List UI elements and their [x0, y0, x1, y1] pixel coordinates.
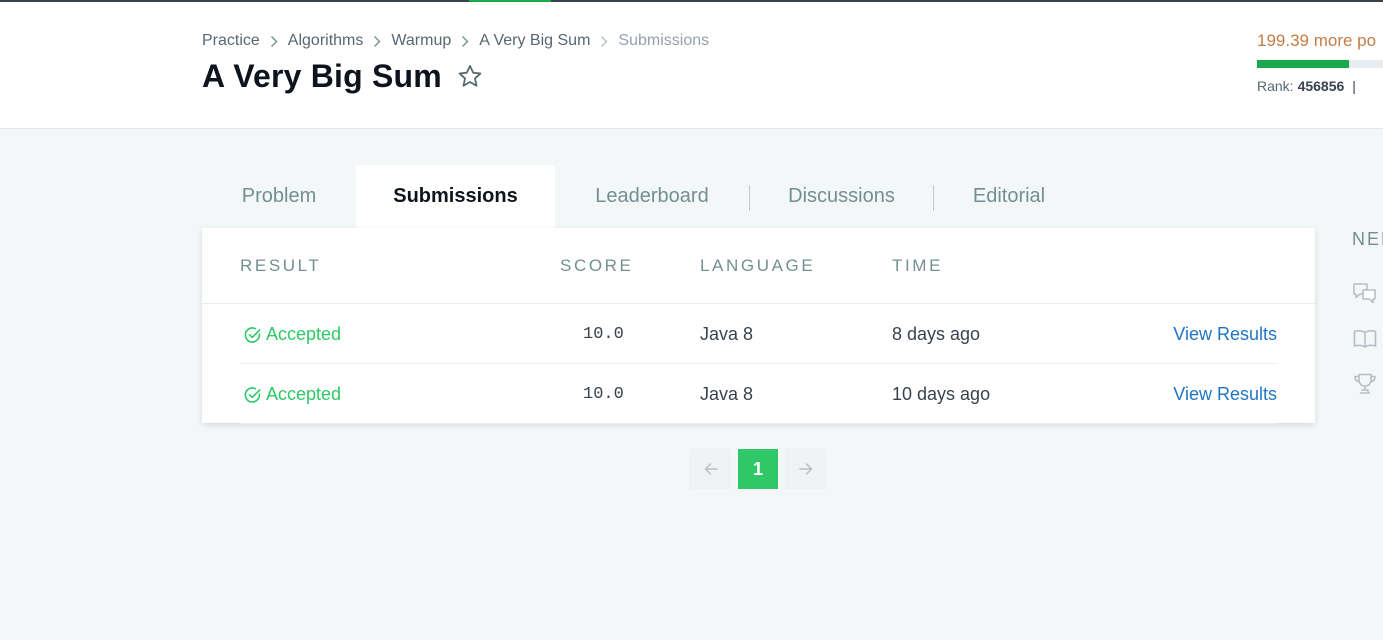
check-circle-icon: [244, 386, 261, 403]
language-value: Java 8: [700, 384, 754, 404]
rank-value: 456856: [1297, 78, 1345, 94]
arrow-left-icon: [704, 463, 718, 475]
points-progress-fill: [1257, 60, 1349, 68]
chevron-right-icon: [600, 35, 608, 48]
breadcrumb-warmup[interactable]: Warmup: [391, 32, 451, 50]
score-value: 10.0: [583, 325, 624, 344]
breadcrumb: Practice Algorithms Warmup A Very Big Su…: [202, 32, 709, 50]
table-row: Accepted 10.0 Java 8 8 days ago View Res…: [240, 304, 1277, 364]
breadcrumb-algorithms[interactable]: Algorithms: [288, 32, 364, 50]
breadcrumb-submissions: Submissions: [618, 32, 710, 49]
submissions-table: RESULT SCORE LANGUAGE TIME Accepted 10.0…: [202, 228, 1315, 424]
header-result: RESULT: [240, 256, 322, 275]
arrow-right-icon: [798, 463, 812, 475]
discussion-icon[interactable]: [1352, 281, 1378, 310]
result-status: Accepted: [243, 384, 341, 405]
rank-label: Rank:: [1257, 78, 1294, 94]
tab-problem[interactable]: Problem: [202, 165, 356, 228]
rank-row: Rank: 456856 |: [1257, 78, 1383, 94]
side-panel-title: NEE: [1352, 229, 1383, 249]
tab-editorial[interactable]: Editorial: [934, 165, 1084, 228]
tab-submissions[interactable]: Submissions: [356, 165, 555, 228]
star-outline-icon[interactable]: [456, 63, 484, 90]
next-page-button[interactable]: [785, 449, 826, 489]
rank-separator: |: [1352, 78, 1356, 94]
page-header: Practice Algorithms Warmup A Very Big Su…: [0, 2, 1383, 129]
page-number-button[interactable]: 1: [738, 449, 778, 489]
check-circle-icon: [244, 326, 261, 343]
header-language: LANGUAGE: [700, 256, 816, 275]
table-row: Accepted 10.0 Java 8 10 days ago View Re…: [240, 364, 1277, 424]
side-panel: NEE: [1352, 229, 1383, 394]
result-status: Accepted: [243, 324, 341, 345]
chevron-right-icon: [461, 35, 469, 48]
book-icon[interactable]: [1352, 328, 1378, 355]
points-widget: 199.39 more po Rank: 456856 |: [1257, 31, 1383, 94]
points-progress-bar: [1257, 60, 1383, 68]
previous-page-button[interactable]: [690, 449, 731, 489]
time-value: 10 days ago: [892, 384, 991, 404]
tab-leaderboard[interactable]: Leaderboard: [555, 165, 749, 228]
view-results-link[interactable]: View Results: [1173, 384, 1277, 405]
result-label: Accepted: [266, 324, 342, 344]
tab-discussions[interactable]: Discussions: [750, 165, 933, 228]
problem-tabs: Problem Submissions Leaderboard Discussi…: [202, 165, 1084, 228]
time-value: 8 days ago: [892, 324, 981, 344]
view-results-link[interactable]: View Results: [1173, 324, 1277, 345]
pagination: 1: [690, 449, 826, 489]
result-label: Accepted: [266, 384, 342, 404]
title-row: A Very Big Sum: [202, 58, 484, 95]
chevron-right-icon: [373, 35, 381, 48]
language-value: Java 8: [700, 324, 754, 344]
chevron-right-icon: [270, 35, 278, 48]
page-title: A Very Big Sum: [202, 58, 442, 94]
header-time: TIME: [892, 256, 944, 275]
breadcrumb-practice[interactable]: Practice: [202, 32, 260, 50]
points-remaining: 199.39 more po: [1257, 31, 1377, 50]
table-header: RESULT SCORE LANGUAGE TIME: [202, 228, 1315, 304]
trophy-icon[interactable]: [1352, 372, 1378, 401]
header-score: SCORE: [560, 256, 634, 275]
breadcrumb-a-very-big-sum[interactable]: A Very Big Sum: [479, 32, 590, 50]
score-value: 10.0: [583, 385, 624, 404]
